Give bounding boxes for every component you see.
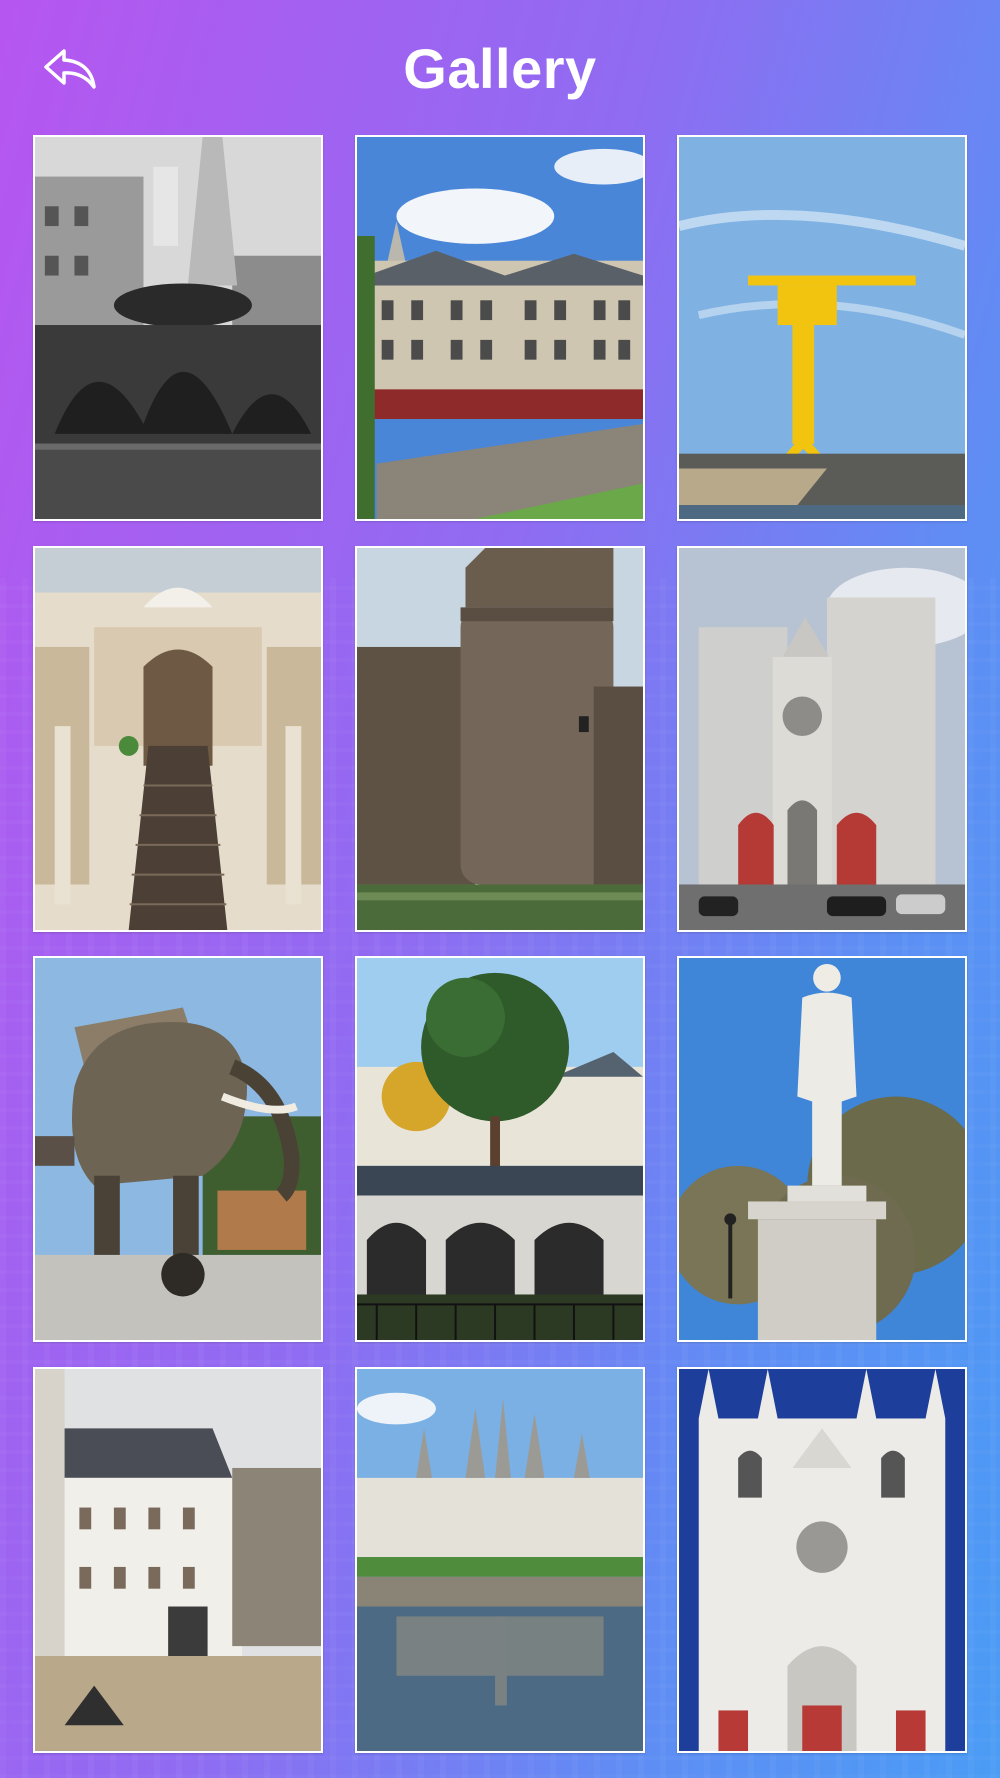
gallery-photo-yellow-crane[interactable] bbox=[677, 135, 967, 521]
gallery-photo-statue[interactable] bbox=[677, 956, 967, 1342]
gallery-photo-mechanical-elephant[interactable] bbox=[33, 956, 323, 1342]
gallery-photo-castle-tower[interactable] bbox=[355, 546, 645, 932]
gallery-photo-buildings[interactable] bbox=[355, 135, 645, 521]
gallery-photo-tree-arcade[interactable] bbox=[355, 956, 645, 1342]
gallery-photo-arcade-passage[interactable] bbox=[33, 546, 323, 932]
gallery-photo-fountain[interactable] bbox=[33, 135, 323, 521]
gallery-photo-chateau[interactable] bbox=[355, 1367, 645, 1753]
gallery-grid bbox=[0, 0, 1000, 1778]
gallery-photo-cathedral[interactable] bbox=[677, 546, 967, 932]
gallery-photo-castle-courtyard[interactable] bbox=[33, 1367, 323, 1753]
gallery-photo-cathedral-facade[interactable] bbox=[677, 1367, 967, 1753]
